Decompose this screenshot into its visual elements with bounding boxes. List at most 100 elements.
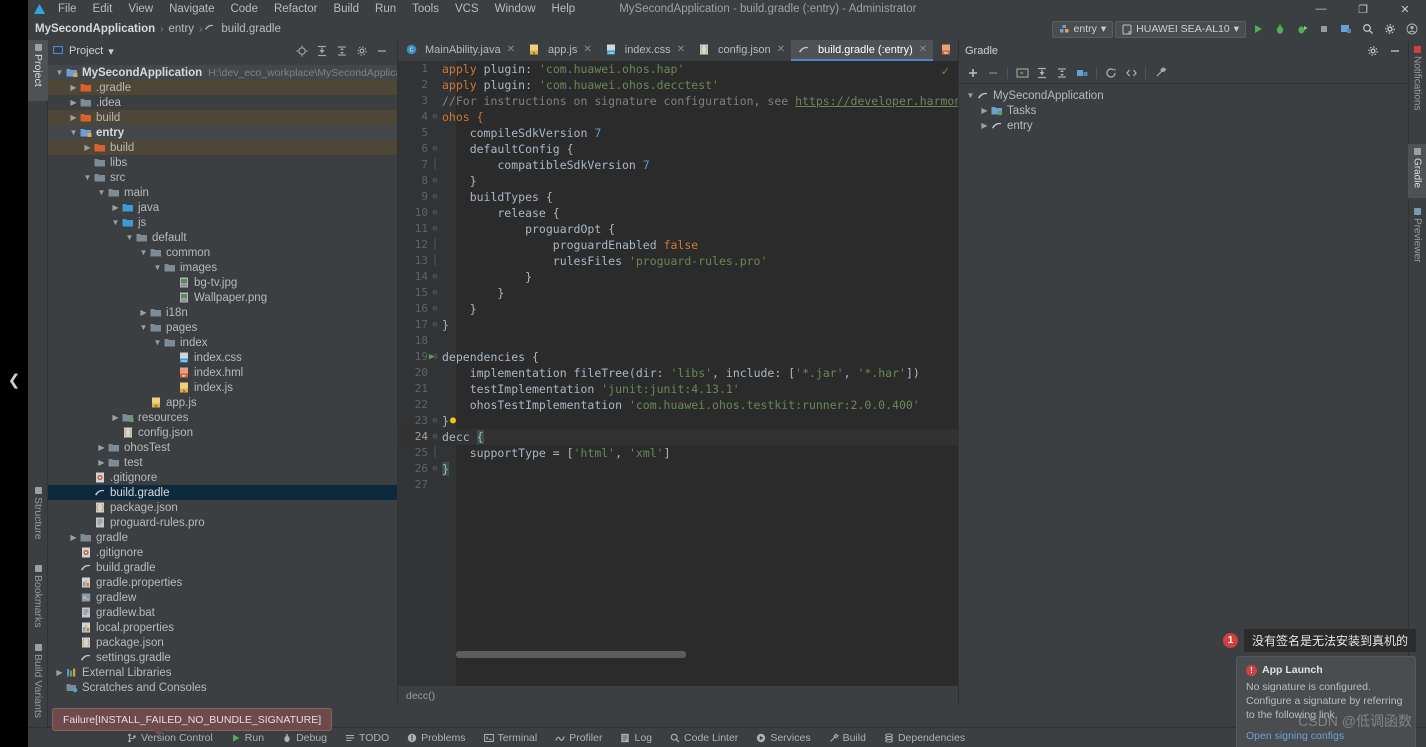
code-line[interactable]: 14 ⊖ } [398,269,958,285]
close-tab-icon[interactable]: ✕ [919,44,927,55]
inspection-status-icon[interactable]: ✓ [941,65,950,78]
expand-chevron-icon[interactable]: ❮ [0,360,28,400]
tree-node-idea[interactable]: ▶ .idea [48,95,397,110]
code-line[interactable]: 22 ohosTestImplementation 'com.huawei.oh… [398,397,958,413]
tree-node-ohostest[interactable]: ▶ ohosTest [48,440,397,455]
tree-node-main[interactable]: ▼ main [48,185,397,200]
chevron-right-icon[interactable]: ▶ [979,106,990,115]
chevron-right-icon[interactable]: ▶ [110,203,121,212]
code-line[interactable]: 16 ⊖ } [398,301,958,317]
gradle-node-mysecondapplication[interactable]: ▼ MySecondApplication [959,88,1408,103]
chevron-right-icon[interactable]: ▶ [68,113,79,122]
tree-node-package-json[interactable]: · package.json [48,635,397,650]
code-line[interactable]: 2 apply plugin: 'com.huawei.ohos.decctest… [398,77,958,93]
code-line[interactable]: 1 apply plugin: 'com.huawei.ohos.hap' [398,61,958,77]
tool-tab-gradle[interactable]: Gradle [1408,144,1426,198]
chevron-right-icon[interactable]: ▶ [979,121,990,130]
code-line[interactable]: 4 ⊖ ohos { [398,109,958,125]
tree-node-images[interactable]: ▼ images [48,260,397,275]
tree-node-i18n[interactable]: ▶ i18n [48,305,397,320]
chevron-down-icon[interactable]: ▼ [110,218,121,227]
collapse-all-icon[interactable] [315,44,329,58]
close-tab-icon[interactable]: ✕ [777,44,785,55]
fold-marker-icon[interactable]: ⊖ [428,461,442,477]
chevron-right-icon[interactable]: ▶ [54,668,65,677]
status-bar-code-linter[interactable]: Code Linter [661,730,747,746]
tree-node-gradle[interactable]: ▶ gradle [48,530,397,545]
collapse-all-icon[interactable] [1034,65,1050,81]
intention-bulb-icon[interactable]: ● [450,413,456,429]
status-bar-version-control[interactable]: Version Control [118,730,222,746]
tree-node-src[interactable]: ▼ src [48,170,397,185]
editor-tab-app-js[interactable]: js app.js ✕ [521,40,598,61]
chevron-down-icon[interactable]: ▼ [54,68,65,77]
chevron-down-icon[interactable]: ▼ [68,128,79,137]
code-line[interactable]: 3 //For instructions on signature configu… [398,93,958,109]
fold-marker-icon[interactable]: ⊖ [428,269,442,285]
tree-node-common[interactable]: ▼ common [48,245,397,260]
menu-item-refactor[interactable]: Refactor [266,1,325,17]
menu-item-tools[interactable]: Tools [404,1,447,17]
fold-marker-icon[interactable]: ⊖ [428,205,442,221]
tool-tab-bookmarks[interactable]: Bookmarks [28,561,48,635]
tree-node-build-gradle[interactable]: · build.gradle [48,560,397,575]
chevron-down-icon[interactable]: ▾ [108,45,114,58]
code-line[interactable]: 17 ⊖} [398,317,958,333]
breadcrumb-project[interactable]: MySecondApplication [32,22,158,36]
fold-marker-icon[interactable]: │ [428,445,442,461]
tree-node-test[interactable]: ▶ test [48,455,397,470]
tree-node-local-properties[interactable]: · local.properties [48,620,397,635]
chevron-down-icon[interactable]: ▼ [82,173,93,182]
editor-tab-build-gradle-entry[interactable]: build.gradle (:entry) ✕ [790,40,934,61]
fold-marker-icon[interactable]: ⊖ [428,413,442,429]
tree-node-pages[interactable]: ▼ pages [48,320,397,335]
tree-node-config-json[interactable]: · config.json [48,425,397,440]
code-line[interactable]: 25 │ supportType = ['html', 'xml'] [398,445,958,461]
code-line[interactable]: 26 ⊖} [398,461,958,477]
tree-node-entry[interactable]: ▼ entry [48,125,397,140]
gear-icon[interactable] [1366,44,1380,58]
notification-count-badge[interactable]: 1 [1222,633,1238,648]
tree-node-proguard-rules-pro[interactable]: · proguard-rules.pro [48,515,397,530]
chevron-right-icon[interactable]: ▶ [138,308,149,317]
restore-button[interactable]: ❐ [1342,0,1384,18]
code-line[interactable]: 27 [398,477,958,493]
tree-node-index[interactable]: ▼ index [48,335,397,350]
fold-marker-icon[interactable]: ⊖ [428,317,442,333]
close-tab-icon[interactable]: ✕ [583,44,591,55]
code-line[interactable]: 11 ⊖ proguardOpt { [398,221,958,237]
run-icon[interactable] [1248,19,1268,39]
horizontal-scrollbar[interactable] [456,651,686,658]
gradle-project-tree[interactable]: ▼ MySecondApplication ▶ Tasks ▶ entry [959,84,1408,133]
tree-node-js[interactable]: ▼ js [48,215,397,230]
gradle-node-entry[interactable]: ▶ entry [959,118,1408,133]
chevron-right-icon[interactable]: ▶ [68,533,79,542]
tree-node-bg-tv-jpg[interactable]: · bg-tv.jpg [48,275,397,290]
fold-marker-icon[interactable]: ⊖ [428,141,442,157]
chevron-right-icon[interactable]: ▶ [68,98,79,107]
close-tab-icon[interactable]: ✕ [507,44,515,55]
status-bar-todo[interactable]: TODO [336,730,398,746]
tree-node-default[interactable]: ▼ default [48,230,397,245]
open-signing-configs-link[interactable]: Open signing configs [1246,730,1406,742]
gear-icon[interactable] [355,44,369,58]
tree-node-scratches-and-consoles[interactable]: · Scratches and Consoles [48,680,397,695]
code-line[interactable]: 15 ⊖ } [398,285,958,301]
menu-item-file[interactable]: File [50,1,85,17]
device-selector[interactable]: HUAWEI SEA-AL10 ▾ [1115,20,1246,38]
tree-node-gradlew-bat[interactable]: · gradlew.bat [48,605,397,620]
debug-icon[interactable] [1270,19,1290,39]
fold-marker-icon[interactable]: ⊖ [428,301,442,317]
chevron-right-icon[interactable]: ▶ [96,443,107,452]
code-line[interactable]: 10 ⊖ release { [398,205,958,221]
status-bar-dependencies[interactable]: Dependencies [875,730,974,746]
remove-icon[interactable] [985,65,1001,81]
tree-node-gradle-properties[interactable]: · gradle.properties [48,575,397,590]
menu-item-window[interactable]: Window [487,1,544,17]
code-line[interactable]: 20 implementation fileTree(dir: 'libs', … [398,365,958,381]
tree-node-gitignore[interactable]: · .gitignore [48,545,397,560]
tree-node-resources[interactable]: ▶ resources [48,410,397,425]
chevron-down-icon[interactable]: ▼ [138,248,149,257]
fold-marker-icon[interactable]: │ [428,237,442,253]
editor-tab-index-css[interactable]: css index.css ✕ [598,40,691,61]
